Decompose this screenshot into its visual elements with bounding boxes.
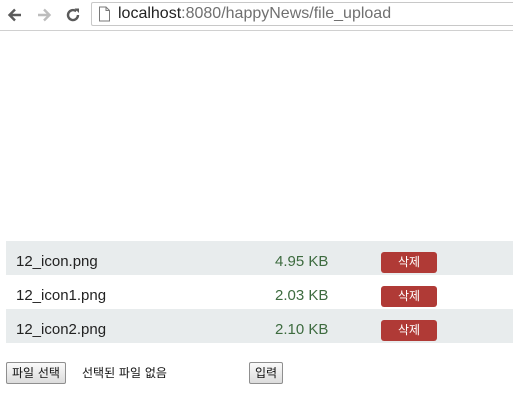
forward-button[interactable] bbox=[33, 4, 55, 26]
back-button[interactable] bbox=[4, 4, 26, 26]
no-file-selected-text: 선택된 파일 없음 bbox=[82, 366, 167, 380]
url-path: :8080/happyNews/file_upload bbox=[181, 5, 392, 22]
url-host: localhost bbox=[118, 5, 182, 22]
delete-button[interactable]: 삭제 bbox=[381, 286, 437, 307]
delete-button[interactable]: 삭제 bbox=[381, 320, 437, 341]
file-list: 12_icon.png 4.95 KB 삭제 12_icon1.png 2.03… bbox=[6, 241, 513, 343]
reload-button[interactable] bbox=[62, 4, 84, 26]
choose-file-button[interactable]: 파일 선택 bbox=[6, 362, 66, 384]
delete-button[interactable]: 삭제 bbox=[381, 252, 437, 273]
reload-icon bbox=[66, 8, 80, 22]
file-name: 12_icon2.png bbox=[16, 321, 107, 338]
file-size: 2.10 KB bbox=[275, 321, 329, 338]
arrow-left-icon bbox=[7, 8, 21, 22]
file-row: 12_icon1.png 2.03 KB 삭제 bbox=[6, 275, 513, 309]
page-icon bbox=[99, 6, 110, 22]
file-row: 12_icon.png 4.95 KB 삭제 bbox=[6, 241, 513, 275]
address-bar[interactable]: localhost:8080/happyNews/file_upload bbox=[91, 2, 513, 26]
file-row: 12_icon2.png 2.10 KB 삭제 bbox=[6, 309, 513, 343]
browser-toolbar: localhost:8080/happyNews/file_upload bbox=[0, 0, 513, 31]
arrow-right-icon bbox=[38, 8, 52, 22]
submit-button[interactable]: 입력 bbox=[249, 362, 284, 384]
url-text: localhost:8080/happyNews/file_upload bbox=[118, 5, 391, 23]
